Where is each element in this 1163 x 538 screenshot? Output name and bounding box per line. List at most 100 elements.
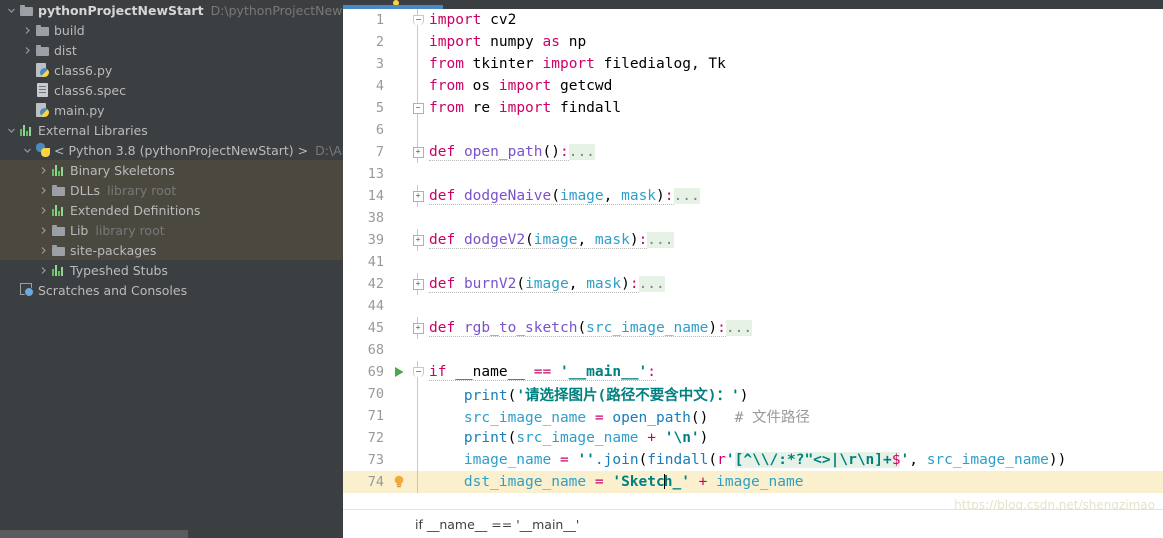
fold-marker[interactable] bbox=[408, 9, 428, 31]
code-line[interactable]: 7 + def open_path():... bbox=[343, 141, 1163, 163]
tree-item-dist[interactable]: dist bbox=[0, 40, 343, 60]
code-text[interactable]: from os import getcwd bbox=[428, 78, 1163, 94]
code-text[interactable]: print(src_image_name + '\n') bbox=[428, 430, 1163, 446]
code-text[interactable]: def dodgeV2(image, mask):... bbox=[428, 232, 1163, 248]
chevron-right-icon[interactable] bbox=[36, 220, 50, 240]
line-number[interactable]: 13 bbox=[343, 163, 390, 185]
code-line[interactable]: 14 + def dodgeNaive(image, mask):... bbox=[343, 185, 1163, 207]
line-number[interactable]: 44 bbox=[343, 295, 390, 317]
line-number[interactable]: 2 bbox=[343, 31, 390, 53]
code-text[interactable]: import numpy as np bbox=[428, 34, 1163, 50]
line-number[interactable]: 72 bbox=[343, 427, 390, 449]
code-line[interactable]: 70 print('请选择图片(路径不要含中文)：') bbox=[343, 383, 1163, 405]
line-number[interactable]: 39 bbox=[343, 229, 390, 251]
fold-expand-icon[interactable]: + bbox=[413, 279, 424, 290]
sidebar-scrollbar-track[interactable] bbox=[0, 530, 343, 538]
line-number[interactable]: 5 bbox=[343, 97, 390, 119]
code-line[interactable]: 68 bbox=[343, 339, 1163, 361]
code-line[interactable]: 72 print(src_image_name + '\n') bbox=[343, 427, 1163, 449]
tree-item-extended-definitions[interactable]: Extended Definitions bbox=[0, 200, 343, 220]
fold-marker[interactable]: + bbox=[408, 141, 428, 163]
code-line[interactable]: 13 bbox=[343, 163, 1163, 185]
fold-marker[interactable]: + bbox=[408, 229, 428, 251]
code-line[interactable]: 42 + def burnV2(image, mask):... bbox=[343, 273, 1163, 295]
line-number[interactable]: 70 bbox=[343, 383, 390, 405]
line-number[interactable]: 45 bbox=[343, 317, 390, 339]
tree-item-scratches-and-consoles[interactable]: Scratches and Consoles bbox=[0, 280, 343, 300]
tree-item-class6-spec[interactable]: class6.spec bbox=[0, 80, 343, 100]
code-editor-panel[interactable]: 1import cv22 import numpy as np 3 from tkin… bbox=[343, 0, 1163, 538]
sidebar-scrollbar-thumb[interactable] bbox=[0, 530, 188, 538]
tree-item-class6-py[interactable]: class6.py bbox=[0, 60, 343, 80]
chevron-right-icon[interactable] bbox=[36, 260, 50, 280]
line-number[interactable]: 4 bbox=[343, 75, 390, 97]
code-text[interactable]: dst_image_name = 'Sketch_' + image_name bbox=[428, 474, 1163, 490]
chevron-down-icon[interactable] bbox=[4, 0, 18, 20]
tree-item-external-libraries[interactable]: External Libraries bbox=[0, 120, 343, 140]
chevron-down-icon[interactable] bbox=[4, 120, 18, 140]
code-line[interactable]: 38 bbox=[343, 207, 1163, 229]
code-text[interactable]: image_name = ''.join(findall(r'[^\\/:*?"… bbox=[428, 452, 1163, 468]
fold-expand-icon[interactable]: + bbox=[413, 191, 424, 202]
tree-item-python-3-8-pythonprojectnewstart[interactable]: < Python 3.8 (pythonProjectNewStart) >D:… bbox=[0, 140, 343, 160]
project-tree-panel[interactable]: pythonProjectNewStartD:\pythonProjectNew… bbox=[0, 0, 343, 538]
code-line[interactable]: 5 −from re import findall bbox=[343, 97, 1163, 119]
editor-tab-bar[interactable] bbox=[343, 0, 1163, 9]
code-line[interactable]: 6 bbox=[343, 119, 1163, 141]
code-text[interactable]: def dodgeNaive(image, mask):... bbox=[428, 188, 1163, 204]
code-text[interactable]: from re import findall bbox=[428, 100, 1163, 116]
line-number[interactable]: 38 bbox=[343, 207, 390, 229]
project-tree[interactable]: pythonProjectNewStartD:\pythonProjectNew… bbox=[0, 0, 343, 300]
code-line[interactable]: 74 dst_image_name = 'Sketch_' + image_na… bbox=[343, 471, 1163, 493]
tree-item-pythonprojectnewstart[interactable]: pythonProjectNewStartD:\pythonProjectNew… bbox=[0, 0, 343, 20]
code-line[interactable]: 41 bbox=[343, 251, 1163, 273]
line-number[interactable]: 14 bbox=[343, 185, 390, 207]
line-number[interactable]: 1 bbox=[343, 9, 390, 31]
line-number[interactable]: 73 bbox=[343, 449, 390, 471]
line-number[interactable]: 71 bbox=[343, 405, 390, 427]
code-line[interactable]: 3 from tkinter import filedialog, Tk bbox=[343, 53, 1163, 75]
code-text[interactable]: def burnV2(image, mask):... bbox=[428, 276, 1163, 292]
fold-marker[interactable]: + bbox=[408, 273, 428, 295]
code-text[interactable]: print('请选择图片(路径不要含中文)：') bbox=[428, 384, 1163, 405]
chevron-right-icon[interactable] bbox=[36, 180, 50, 200]
line-number[interactable]: 6 bbox=[343, 119, 390, 141]
fold-collapse-icon[interactable] bbox=[413, 15, 424, 25]
code-line[interactable]: 4 from os import getcwd bbox=[343, 75, 1163, 97]
tree-item-main-py[interactable]: main.py bbox=[0, 100, 343, 120]
fold-expand-icon[interactable]: + bbox=[413, 147, 424, 158]
line-number[interactable]: 7 bbox=[343, 141, 390, 163]
line-number[interactable]: 42 bbox=[343, 273, 390, 295]
code-text[interactable]: if __name__ == '__main__': bbox=[428, 364, 1163, 380]
code-line[interactable]: 1import cv2 bbox=[343, 9, 1163, 31]
line-number[interactable]: 69 bbox=[343, 361, 390, 383]
code-content[interactable]: 1import cv22 import numpy as np 3 from tkin… bbox=[343, 9, 1163, 510]
run-arrow-icon[interactable] bbox=[390, 361, 408, 383]
fold-collapse-icon[interactable] bbox=[413, 367, 424, 377]
tree-item-binary-skeletons[interactable]: Binary Skeletons bbox=[0, 160, 343, 180]
breadcrumb[interactable]: if __name__ == '__main__' bbox=[343, 509, 1163, 538]
code-line[interactable]: 39 +def dodgeV2(image, mask):... bbox=[343, 229, 1163, 251]
line-number[interactable]: 68 bbox=[343, 339, 390, 361]
fold-collapse-end-icon[interactable]: − bbox=[413, 103, 424, 114]
line-number[interactable]: 41 bbox=[343, 251, 390, 273]
tree-item-lib[interactable]: Liblibrary root bbox=[0, 220, 343, 240]
code-line[interactable]: 73 image_name = ''.join(findall(r'[^\\/:… bbox=[343, 449, 1163, 471]
fold-marker[interactable]: + bbox=[408, 185, 428, 207]
fold-expand-icon[interactable]: + bbox=[413, 323, 424, 334]
chevron-down-icon[interactable] bbox=[20, 140, 34, 160]
code-line[interactable]: 69 if __name__ == '__main__': bbox=[343, 361, 1163, 383]
chevron-right-icon[interactable] bbox=[36, 200, 50, 220]
tree-item-dlls[interactable]: DLLslibrary root bbox=[0, 180, 343, 200]
line-number[interactable]: 3 bbox=[343, 53, 390, 75]
code-text[interactable]: def open_path():... bbox=[428, 144, 1163, 160]
code-line[interactable]: 44 bbox=[343, 295, 1163, 317]
chevron-right-icon[interactable] bbox=[20, 20, 34, 40]
code-text[interactable]: from tkinter import filedialog, Tk bbox=[428, 56, 1163, 72]
chevron-right-icon[interactable] bbox=[36, 160, 50, 180]
fold-marker[interactable]: + bbox=[408, 317, 428, 339]
code-line[interactable]: 71 src_image_name = open_path() # 文件路径 bbox=[343, 405, 1163, 427]
code-text[interactable]: def rgb_to_sketch(src_image_name):... bbox=[428, 320, 1163, 336]
line-number[interactable]: 74 bbox=[343, 471, 390, 493]
fold-marker[interactable] bbox=[408, 361, 428, 383]
